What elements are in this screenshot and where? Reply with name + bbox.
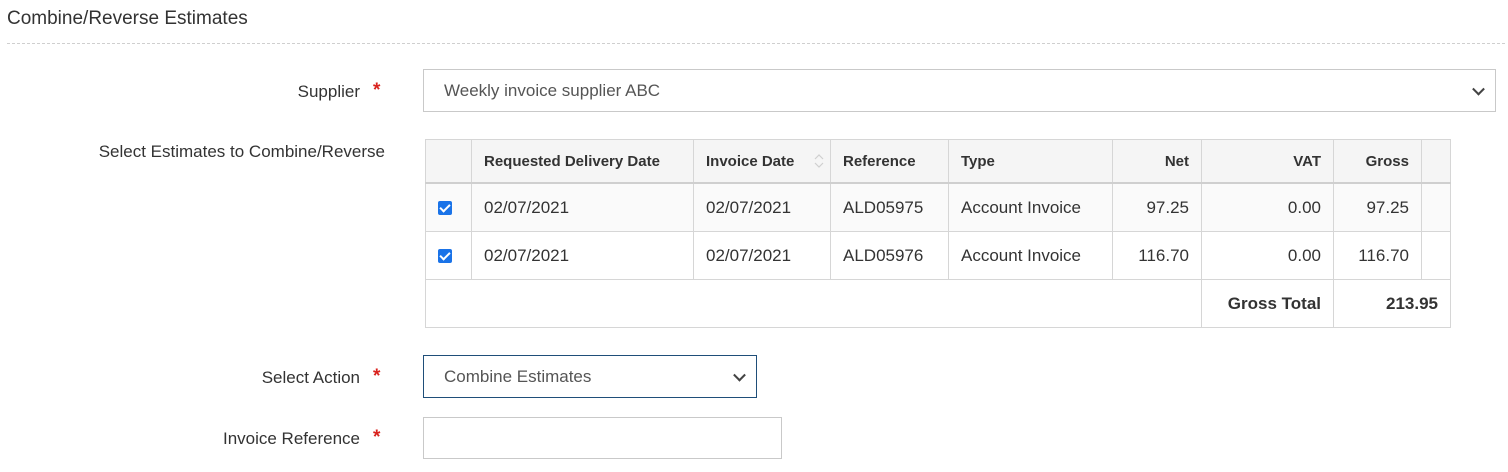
- action-select[interactable]: Combine Estimates: [423, 355, 757, 398]
- supplier-select-value: Weekly invoice supplier ABC: [444, 80, 661, 100]
- cell-vat: 0.00: [1201, 231, 1334, 280]
- sort-icon: [814, 154, 824, 168]
- column-header-type[interactable]: Type: [948, 139, 1113, 184]
- cell-type: Account Invoice: [948, 231, 1113, 280]
- supplier-select[interactable]: Weekly invoice supplier ABC: [423, 69, 1496, 112]
- action-label: Select Action: [261, 368, 360, 387]
- gross-total-value: 213.95: [1333, 279, 1451, 328]
- table-header-row: Requested Delivery Date Invoice Date Ref…: [425, 139, 1451, 184]
- column-header-gross[interactable]: Gross: [1333, 139, 1422, 184]
- chevron-down-icon: [1472, 82, 1485, 96]
- cell-actions: [1421, 231, 1451, 280]
- gross-total-label: Gross Total: [1201, 279, 1334, 328]
- page-title: Combine/Reverse Estimates: [7, 8, 248, 29]
- cell-reference: ALD05976: [830, 231, 949, 280]
- supplier-required-mark: *: [373, 80, 381, 101]
- column-header-requested-delivery-date[interactable]: Requested Delivery Date: [471, 139, 694, 184]
- select-column-header: [425, 139, 472, 184]
- cell-reference: ALD05975: [830, 182, 949, 232]
- row-checkbox-cell: [425, 182, 472, 232]
- action-required-mark: *: [373, 366, 381, 387]
- row-checkbox[interactable]: [438, 249, 452, 264]
- invoice-reference-input[interactable]: [423, 417, 782, 459]
- invoice-reference-required-mark: *: [373, 427, 381, 448]
- estimates-label: Select Estimates to Combine/Reverse: [98, 142, 385, 161]
- row-checkbox[interactable]: [438, 201, 452, 216]
- invoice-reference-label: Invoice Reference: [222, 429, 360, 448]
- cell-delivery-date: 02/07/2021: [471, 231, 694, 280]
- supplier-label: Supplier: [297, 82, 360, 101]
- cell-gross: 116.70: [1333, 231, 1422, 280]
- action-select-value: Combine Estimates: [444, 366, 592, 386]
- cell-vat: 0.00: [1201, 182, 1334, 232]
- table-row[interactable]: 02/07/2021 02/07/2021 ALD05976 Account I…: [425, 231, 1451, 280]
- row-checkbox-cell: [425, 231, 472, 280]
- title-divider: [7, 43, 1505, 44]
- column-header-vat[interactable]: VAT: [1201, 139, 1334, 184]
- cell-invoice-date: 02/07/2021: [693, 182, 831, 232]
- table-row[interactable]: 02/07/2021 02/07/2021 ALD05975 Account I…: [425, 182, 1451, 232]
- chevron-down-icon: [733, 368, 746, 382]
- column-header-invoice-date-label: Invoice Date: [706, 152, 795, 170]
- column-header-invoice-date[interactable]: Invoice Date: [693, 139, 831, 184]
- cell-gross: 97.25: [1333, 182, 1422, 232]
- total-row: Gross Total 213.95: [425, 279, 1451, 328]
- cell-net: 116.70: [1112, 231, 1202, 280]
- cell-type: Account Invoice: [948, 182, 1113, 232]
- cell-net: 97.25: [1112, 182, 1202, 232]
- cell-actions: [1421, 182, 1451, 232]
- cell-delivery-date: 02/07/2021: [471, 182, 694, 232]
- total-spacer: [425, 279, 1202, 328]
- column-header-reference[interactable]: Reference: [830, 139, 949, 184]
- estimates-table: Requested Delivery Date Invoice Date Ref…: [425, 139, 1451, 328]
- column-header-net[interactable]: Net: [1112, 139, 1202, 184]
- cell-invoice-date: 02/07/2021: [693, 231, 831, 280]
- actions-column-header: [1421, 139, 1451, 184]
